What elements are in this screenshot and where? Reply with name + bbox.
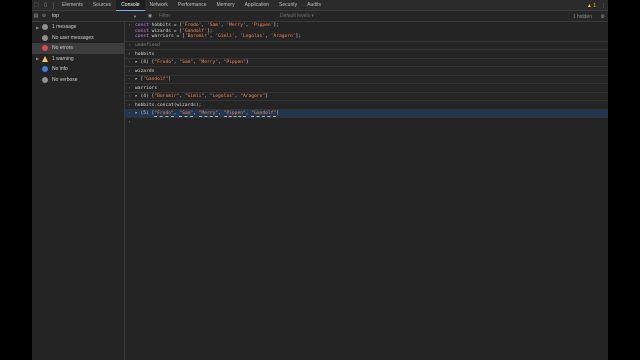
sidebar-item-label: No verbose	[52, 76, 78, 83]
console-sidebar: ▶ 1 message No user messages No errors ▶…	[32, 22, 125, 360]
input-chevron-icon: ›	[128, 23, 131, 28]
hidden-count: 1 hidden	[572, 13, 592, 20]
tab-memory[interactable]: Memory	[212, 0, 240, 11]
sidebar-item-label: No errors	[52, 45, 73, 52]
array-prefix[interactable]: ▸ (5) [	[135, 111, 154, 116]
tab-audits[interactable]: Audits	[302, 0, 326, 11]
tab-console[interactable]: Console	[116, 0, 145, 11]
filter-input[interactable]: Filter	[157, 12, 277, 20]
result-value: undefined	[135, 43, 160, 49]
console-input-entry: › hobbits	[125, 50, 608, 59]
tab-performance[interactable]: Performance	[173, 0, 212, 11]
input-chevron-icon: ›	[128, 85, 131, 91]
console-result-entry[interactable]: ‹ ▸ (5) ["Frodo", "Sam", "Merry", "Pippe…	[125, 109, 608, 119]
array-prefix[interactable]: ▸ (4) [	[135, 60, 154, 65]
array-prefix[interactable]: ▸ [	[135, 77, 143, 82]
output-arrow-icon: ‹	[128, 111, 131, 117]
console-result-entry[interactable]: ‹ ▸ ["Gandolf"]	[125, 76, 608, 85]
console-result-entry: ‹ undefined	[125, 42, 608, 51]
input-chevron-icon: ›	[128, 51, 131, 57]
info-icon	[42, 66, 48, 73]
sidebar-item-label: No user messages	[52, 34, 94, 41]
array-prefix[interactable]: ▸ (4) [	[135, 94, 154, 99]
console-input-entry: › hobbits.concat(wizards);	[125, 101, 608, 110]
tab-network[interactable]: Network	[145, 0, 173, 11]
chevron-down-icon: ▼	[133, 13, 137, 19]
eye-icon[interactable]: ◉	[145, 11, 155, 22]
context-label: top	[52, 13, 59, 19]
console-filterbar: ▤ ⊘ top ▼ ◉ Filter Default levels ▾ 1 hi…	[32, 11, 608, 22]
user-icon	[42, 34, 48, 41]
context-selector[interactable]: top ▼	[52, 12, 137, 21]
input-chevron-icon: ›	[128, 119, 131, 125]
devtools-tabbar: ⬚ ▯ Elements Sources Console Network Per…	[32, 0, 608, 11]
input-chevron-icon: ›	[128, 102, 131, 108]
console-result-entry[interactable]: ‹ ▸ (4) ["Frodo", "Sam", "Merry", "Pippe…	[125, 59, 608, 68]
tabbar-right: ▲ 1 ⋮	[587, 0, 606, 11]
console-input-entry: › const hobbits = ['Frodo', 'Sam', 'Merr…	[125, 22, 608, 42]
sidebar-item-verbose[interactable]: No verbose	[32, 75, 124, 86]
console-input-entry: › warriors	[125, 84, 608, 93]
output-arrow-icon: ‹	[128, 77, 131, 83]
command-text: warriors	[135, 85, 158, 91]
sidebar-item-warnings[interactable]: ▶ 1 warning	[32, 54, 124, 65]
input-chevron-icon: ›	[128, 68, 131, 74]
command-text: wizards	[135, 68, 155, 74]
tab-sources[interactable]: Sources	[88, 0, 116, 11]
console-prompt-input[interactable]: ›	[125, 118, 608, 126]
clear-console-icon[interactable]: ⊘	[40, 11, 48, 22]
toolbar-divider	[53, 1, 54, 9]
sidebar-item-label: 1 warning	[52, 55, 74, 62]
command-text: hobbits	[135, 51, 155, 57]
output-arrow-icon: ‹	[128, 94, 131, 100]
sidebar-item-messages[interactable]: ▶ 1 message	[32, 22, 124, 33]
warning-count: 1	[593, 2, 596, 9]
inspect-element-icon[interactable]: ⬚	[32, 0, 41, 11]
tab-application[interactable]: Application	[240, 0, 274, 11]
warning-count-badge[interactable]: ▲ 1	[587, 3, 596, 9]
device-toolbar-icon[interactable]: ▯	[41, 0, 50, 11]
gear-icon[interactable]: ⚙	[601, 11, 605, 22]
sidebar-item-label: 1 message	[52, 24, 77, 31]
tab-elements[interactable]: Elements	[57, 0, 88, 11]
more-options-icon[interactable]: ⋮	[601, 3, 606, 9]
console-input-entry: › wizards	[125, 67, 608, 76]
log-levels-dropdown[interactable]: Default levels ▾	[280, 13, 314, 19]
verbose-icon	[42, 76, 48, 83]
tab-security[interactable]: Security	[274, 0, 302, 11]
output-arrow-icon: ‹	[128, 43, 131, 49]
sidebar-item-errors[interactable]: No errors	[32, 43, 124, 54]
console-output[interactable]: › const hobbits = ['Frodo', 'Sam', 'Merr…	[125, 22, 608, 360]
list-icon	[42, 24, 48, 31]
sidebar-item-user-messages[interactable]: No user messages	[32, 33, 124, 44]
sidebar-item-label: No info	[52, 66, 68, 73]
console-result-entry[interactable]: ‹ ▸ (4) ["Boromir", "Gimli", "Legolas", …	[125, 93, 608, 102]
output-arrow-icon: ‹	[128, 60, 131, 66]
command-text: hobbits.concat(wizards);	[135, 102, 202, 108]
error-icon	[42, 45, 48, 52]
warning-icon	[42, 55, 48, 62]
sidebar-item-info[interactable]: No info	[32, 64, 124, 75]
sidebar-toggle-icon[interactable]: ▤	[32, 11, 40, 22]
devtools-panel: ⬚ ▯ Elements Sources Console Network Per…	[32, 0, 608, 360]
